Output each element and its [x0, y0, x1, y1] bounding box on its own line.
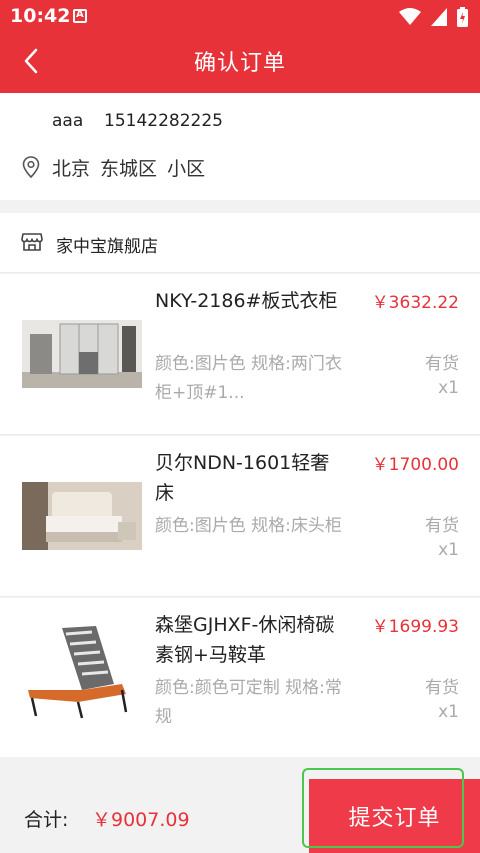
product-quantity: x1: [438, 540, 459, 560]
order-item[interactable]: 森堡GJHXF-休闲椅碳素钢+马鞍革 颜色:颜色可定制 规格:常规 ￥1699.…: [0, 598, 480, 759]
product-price: ￥1699.93: [371, 617, 459, 637]
status-time: 10:42: [10, 5, 71, 27]
signal-icon: [431, 8, 447, 26]
product-price: ￥3632.22: [371, 293, 459, 313]
store-name: 家中宝旗舰店: [56, 237, 158, 257]
checkout-bar: 合计: ￥9007.09 提交订单: [0, 757, 480, 853]
product-image-wardrobe: [22, 320, 142, 388]
submit-order-button[interactable]: 提交订单: [309, 779, 480, 853]
notification-app-icon: [73, 9, 87, 23]
stock-status: 有货: [425, 678, 459, 698]
product-quantity: x1: [438, 702, 459, 722]
order-item[interactable]: NKY-2186#板式衣柜 颜色:图片色 规格:两门衣柜+顶#1... ￥363…: [0, 274, 480, 435]
total-amount: ￥9007.09: [92, 809, 190, 831]
page-title: 确认订单: [193, 51, 286, 76]
stock-status: 有货: [425, 516, 459, 536]
recipient-name: aaa: [52, 111, 84, 131]
wifi-icon: [399, 8, 421, 25]
status-bar: 10:42: [0, 0, 480, 32]
product-quantity: x1: [438, 378, 459, 398]
nav-bar: 确认订单: [0, 32, 480, 93]
total-label: 合计:: [24, 809, 69, 831]
product-name: 森堡GJHXF-休闲椅碳素钢+马鞍革: [155, 614, 335, 666]
product-price: ￥1700.00: [371, 455, 459, 475]
battery-icon: [457, 7, 468, 27]
product-image-bed: [22, 482, 142, 550]
store-header: 家中宝旗舰店: [0, 213, 480, 273]
order-item[interactable]: 贝尔NDN-1601轻奢床 颜色:图片色 规格:床头柜 ￥1700.00 有货 …: [0, 436, 480, 597]
store-icon: [21, 233, 43, 251]
product-name: 贝尔NDN-1601轻奢床: [155, 452, 330, 504]
address-text: 北京 东城区 小区: [52, 158, 206, 180]
location-pin-icon: [22, 156, 40, 178]
address-card[interactable]: aaa 15142282225 北京 东城区 小区: [0, 93, 480, 200]
product-spec: 颜色:图片色 规格:床头柜: [155, 516, 342, 536]
product-spec: 颜色:颜色可定制 规格:常规: [155, 678, 342, 727]
product-name: NKY-2186#板式衣柜: [155, 290, 338, 312]
product-image-lounge-chair: [22, 624, 142, 720]
product-spec: 颜色:图片色 规格:两门衣柜+顶#1...: [155, 354, 342, 403]
status-icons: [399, 7, 468, 27]
recipient-phone: 15142282225: [104, 111, 223, 131]
stock-status: 有货: [425, 354, 459, 374]
